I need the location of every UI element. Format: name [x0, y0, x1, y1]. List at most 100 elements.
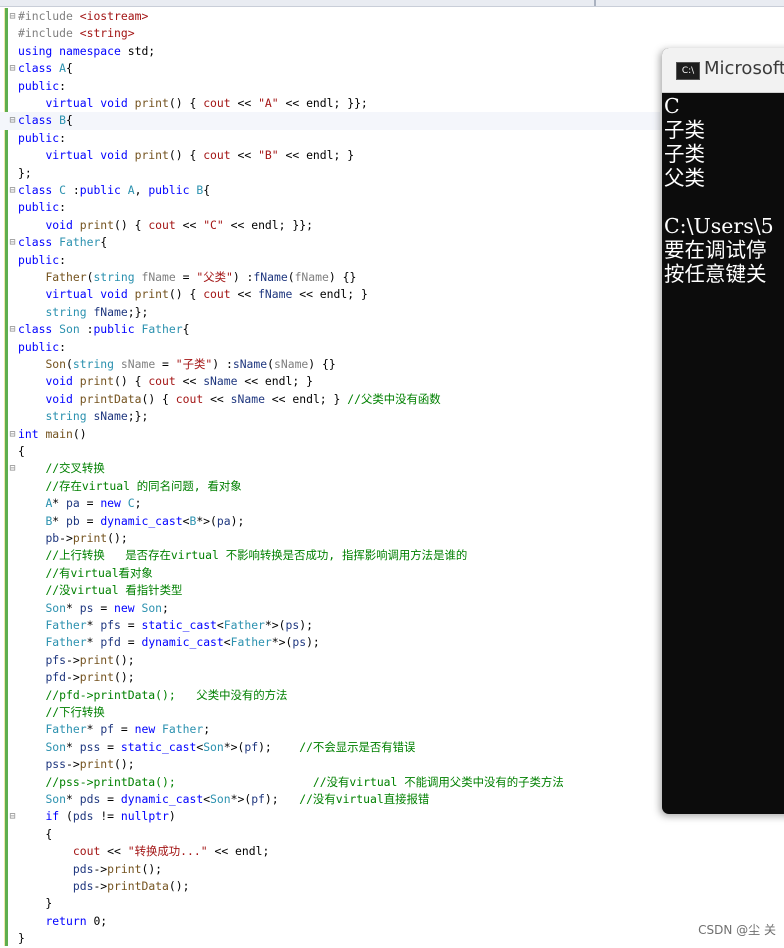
code-line[interactable]: //存在virtual 的同名问题, 看对象	[0, 478, 660, 495]
code-line[interactable]: Son* pds = dynamic_cast<Son*>(pf); //没有v…	[0, 791, 660, 808]
code-line[interactable]: ⊟ class Father{	[0, 234, 660, 251]
code-line[interactable]: pds->print();	[0, 861, 660, 878]
code-token: ) :	[232, 270, 254, 284]
code-token: <iostream>	[79, 9, 149, 23]
console-output: C 子类 子类 父类 C:\Users\5 要在调试停 按任意键关	[664, 94, 774, 286]
code-line[interactable]: #include <string>	[0, 25, 660, 42]
code-line[interactable]: pb->print();	[0, 530, 660, 547]
code-line[interactable]: public:	[0, 199, 660, 216]
code-line[interactable]: Father* pf = new Father;	[0, 721, 660, 738]
code-line[interactable]: ⊟ //交叉转换	[0, 460, 660, 477]
tab-separator	[594, 0, 596, 6]
code-line[interactable]: }	[0, 930, 660, 947]
code-text: pfd->print();	[18, 669, 134, 686]
code-line[interactable]: };	[0, 165, 660, 182]
code-line[interactable]: string fName;};	[0, 304, 660, 321]
code-token: print	[79, 217, 115, 232]
code-line[interactable]: virtual void print() { cout << "B" << en…	[0, 147, 660, 164]
code-line[interactable]: Father* pfs = static_cast<Father*>(ps);	[0, 617, 660, 634]
code-line[interactable]: string sName;};	[0, 408, 660, 425]
code-line[interactable]: ⊟ int main()	[0, 426, 660, 443]
code-line[interactable]: void print() { cout << sName << endl; }	[0, 373, 660, 390]
code-token: ()	[72, 426, 87, 441]
code-token: C	[127, 496, 135, 511]
code-token: Son	[45, 739, 67, 754]
fold-toggle-icon[interactable]: ⊟	[8, 8, 17, 25]
code-token: Son	[141, 600, 163, 615]
code-line[interactable]: ⊟ class C :public A, public B{	[0, 182, 660, 199]
code-line[interactable]: public:	[0, 78, 660, 95]
code-line[interactable]: //有virtual看对象	[0, 565, 660, 582]
code-line[interactable]: Son* pss = static_cast<Son*>(pf); //不会显示…	[0, 739, 660, 756]
code-line[interactable]: {	[0, 826, 660, 843]
code-token: "子类"	[175, 357, 213, 371]
code-token: ) {}	[328, 270, 357, 284]
code-line[interactable]: ⊟ if (pds != nullptr)	[0, 808, 660, 825]
code-token: }	[18, 931, 25, 946]
code-line[interactable]: void printData() { cout << sName << endl…	[0, 391, 660, 408]
fold-toggle-icon[interactable]: ⊟	[8, 112, 17, 129]
code-token: public	[93, 322, 142, 337]
code-token: =	[120, 722, 135, 737]
code-line[interactable]: A* pa = new C;	[0, 495, 660, 512]
fold-toggle-icon[interactable]: ⊟	[8, 426, 17, 443]
code-text: }	[18, 930, 25, 947]
code-token: <<	[237, 96, 259, 110]
code-line[interactable]: virtual void print() { cout << "A" << en…	[0, 95, 660, 112]
fold-toggle-icon[interactable]: ⊟	[8, 182, 17, 199]
code-token: print	[79, 757, 115, 772]
code-line[interactable]: return 0;	[0, 913, 660, 930]
code-line[interactable]: Son(string sName = "子类") :sName(sName) {…	[0, 356, 660, 373]
code-line[interactable]: pfs->print();	[0, 652, 660, 669]
code-line[interactable]: using namespace std;	[0, 43, 660, 60]
code-line[interactable]: Father* pfd = dynamic_cast<Father*>(ps);	[0, 634, 660, 651]
code-token: {	[182, 322, 190, 337]
code-line[interactable]: ⊟ class A{	[0, 60, 660, 77]
code-line[interactable]: //pss->printData(); //没有virtual 不能调用父类中没…	[0, 774, 660, 791]
code-line[interactable]: public:	[0, 339, 660, 356]
code-token: }	[18, 896, 53, 911]
console-title: Microsoft	[704, 58, 784, 79]
fold-toggle-icon[interactable]: ⊟	[8, 60, 17, 77]
fold-toggle-icon[interactable]: ⊟	[8, 321, 17, 338]
code-token: ->	[93, 879, 108, 893]
code-line[interactable]: public:	[0, 252, 660, 269]
code-line[interactable]: //上行转换 是否存在virtual 不影响转换是否成功, 指挥影响调用方法是谁…	[0, 547, 660, 564]
code-line[interactable]: Father(string fName = "父类") :fName(fName…	[0, 269, 660, 286]
console-titlebar[interactable]: C:\ Microsoft	[662, 48, 784, 93]
code-text: A* pa = new C;	[18, 495, 141, 512]
fold-toggle-icon[interactable]: ⊟	[8, 460, 17, 477]
code-line[interactable]: }	[0, 895, 660, 912]
code-line[interactable]: B* pb = dynamic_cast<B*>(pa);	[0, 513, 660, 530]
fold-toggle-icon[interactable]: ⊟	[8, 808, 17, 825]
code-line[interactable]: //pfd->printData(); 父类中没有的方法	[0, 687, 660, 704]
code-line[interactable]: virtual void print() { cout << fName << …	[0, 286, 660, 303]
code-token: {	[66, 61, 73, 76]
code-text: public:	[18, 78, 66, 95]
code-line[interactable]: ⊟ class B{	[0, 112, 660, 130]
console-window[interactable]: C:\ Microsoft C 子类 子类 父类 C:\Users\5 要在调试停 按任意…	[662, 48, 784, 814]
code-line[interactable]: ⊟ class Son :public Father{	[0, 321, 660, 338]
code-token: print	[107, 861, 142, 876]
code-line[interactable]: {	[0, 443, 660, 460]
code-line[interactable]: //下行转换	[0, 704, 660, 721]
fold-toggle-icon[interactable]: ⊟	[8, 234, 17, 251]
code-line[interactable]: Son* ps = new Son;	[0, 600, 660, 617]
code-token: ();	[114, 652, 135, 667]
code-token: {	[18, 444, 25, 458]
code-line[interactable]: void print() { cout << "C" << endl; }};	[0, 217, 660, 234]
code-token: =	[127, 618, 142, 632]
code-line[interactable]: pfd->print();	[0, 669, 660, 686]
code-line[interactable]: pss->print();	[0, 756, 660, 773]
code-line[interactable]: ⊟ #include <iostream>	[0, 8, 660, 25]
code-token: void	[45, 374, 80, 389]
code-line[interactable]: pds->printData();	[0, 878, 660, 895]
code-token: public	[18, 252, 60, 267]
code-line[interactable]: public:	[0, 130, 660, 147]
code-line[interactable]: //没virtual 看指针类型	[0, 582, 660, 599]
code-line[interactable]: cout << "转换成功..." << endl;	[0, 843, 660, 860]
code-token: #include	[18, 9, 80, 23]
